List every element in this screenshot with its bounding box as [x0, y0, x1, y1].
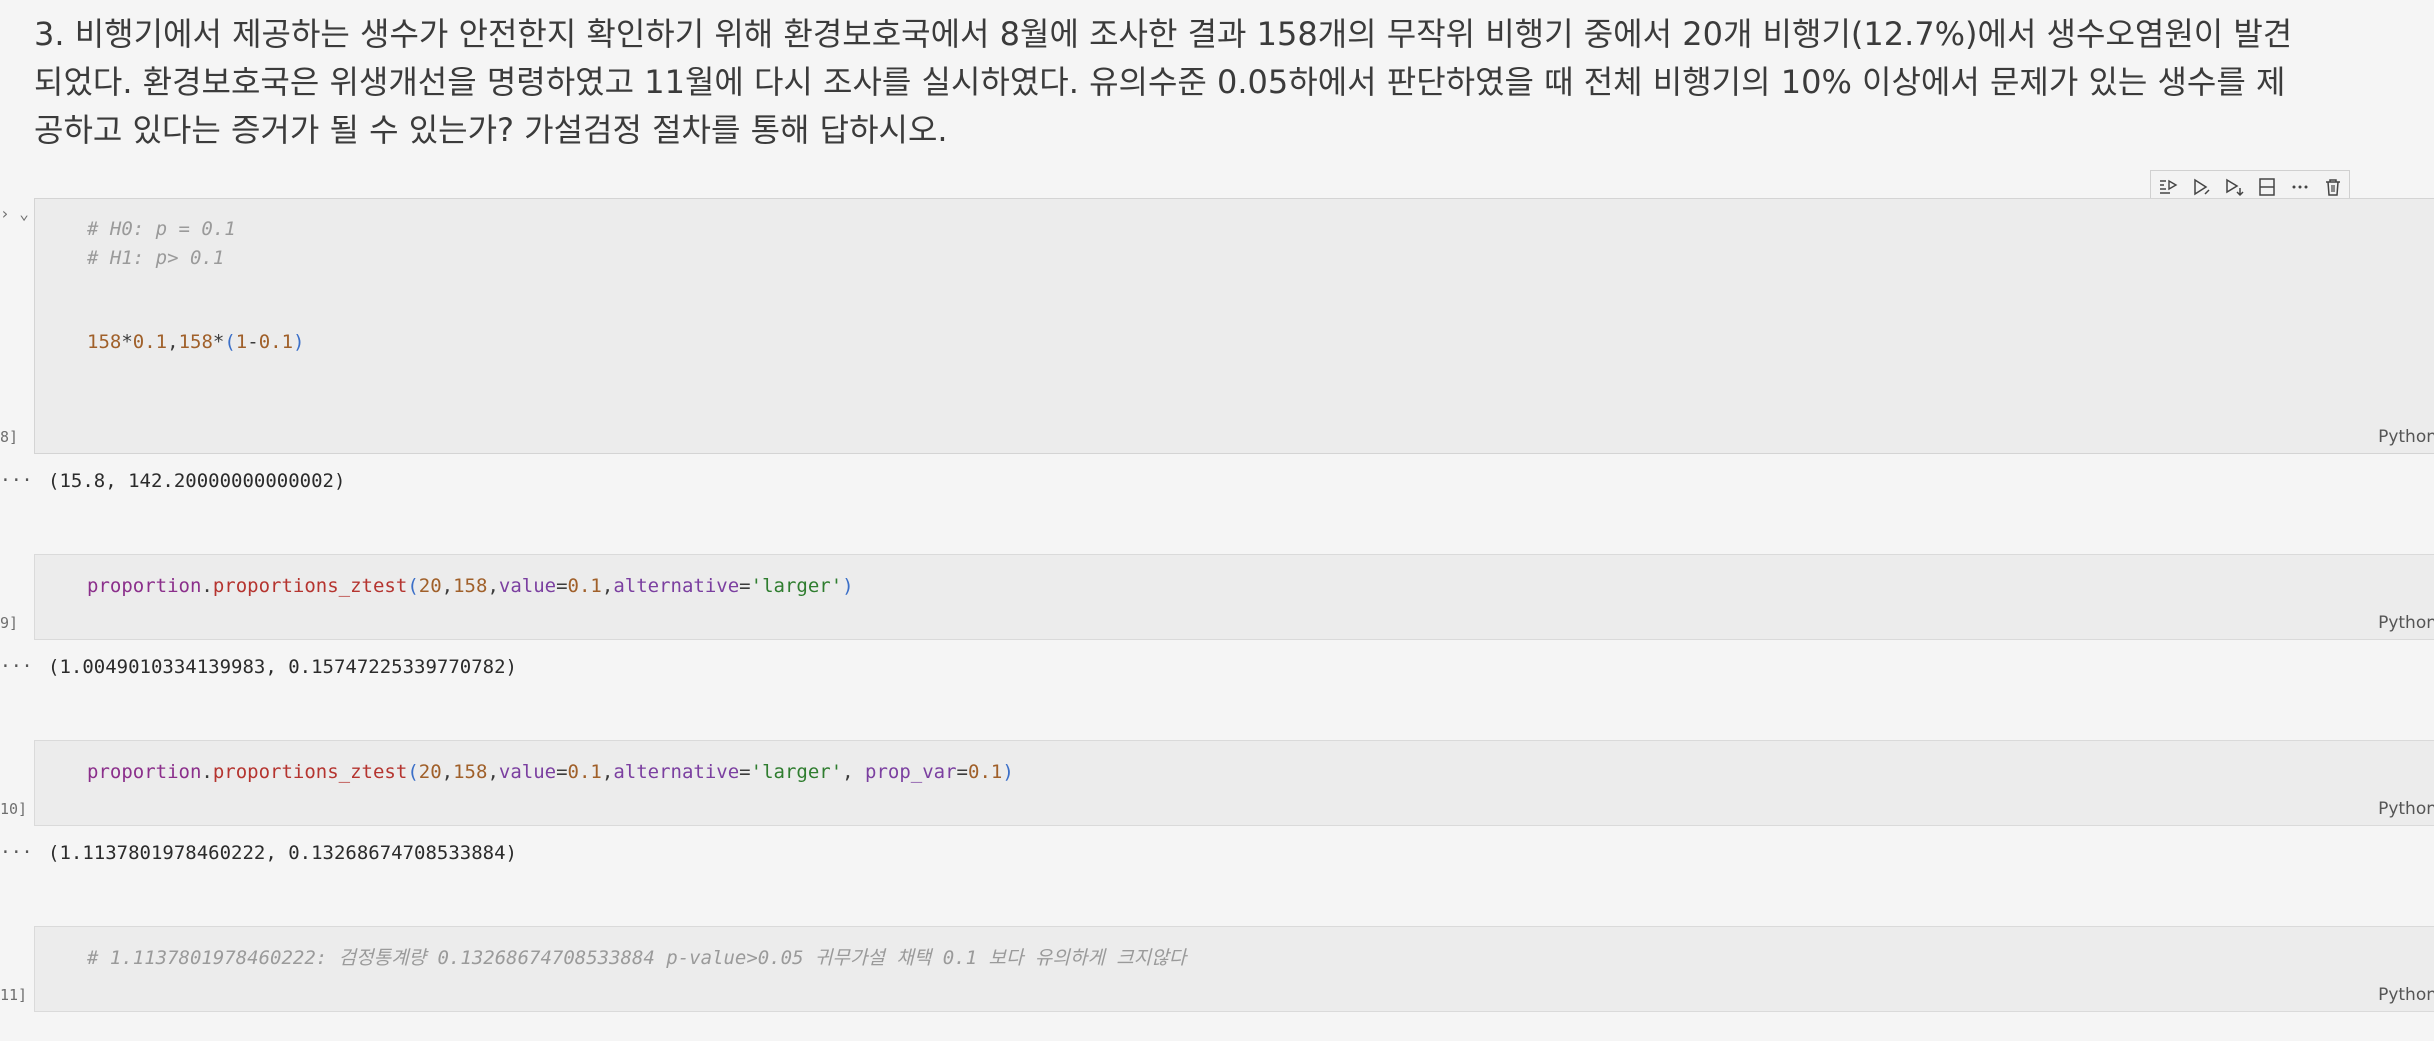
- cell-output: (1.1137801978460222, 0.13268674708533884…: [48, 842, 517, 864]
- delete-icon[interactable]: [2320, 174, 2346, 200]
- code-line[interactable]: # H0: p = 0.1: [87, 215, 236, 244]
- run-below-icon[interactable]: [2221, 174, 2247, 200]
- execution-count: 9]: [0, 614, 19, 632]
- code-line[interactable]: # 1.1137801978460222: 검정통계량 0.1326867470…: [87, 944, 1186, 973]
- language-label[interactable]: Python: [2378, 427, 2434, 447]
- output-more-icon[interactable]: ···: [0, 656, 33, 677]
- execution-count: 10]: [0, 800, 28, 818]
- cell-output: (15.8, 142.20000000000002): [48, 470, 346, 492]
- language-label[interactable]: Python: [2378, 613, 2434, 633]
- output-more-icon[interactable]: ···: [0, 470, 33, 491]
- code-cell-9[interactable]: proportion.proportions_ztest(20,158,valu…: [34, 554, 2434, 640]
- code-line[interactable]: # H1: p> 0.1: [87, 244, 224, 273]
- cell-output: (1.0049010334139983, 0.15747225339770782…: [48, 656, 517, 678]
- run-above-icon[interactable]: [2155, 174, 2181, 200]
- language-label[interactable]: Python: [2378, 985, 2434, 1005]
- cell-expand-chevron-icon[interactable]: › ⌄: [0, 204, 29, 223]
- code-cell-10[interactable]: proportion.proportions_ztest(20,158,valu…: [34, 740, 2434, 826]
- markdown-line-3: 공하고 있다는 증거가 될 수 있는가? 가설검정 절차를 통해 답하시오.: [34, 111, 948, 149]
- markdown-line-1: 3. 비행기에서 제공하는 생수가 안전한지 확인하기 위해 환경보호국에서 8…: [34, 15, 2293, 53]
- execution-count: 11]: [0, 986, 28, 1004]
- comment-conclusion: # 1.1137801978460222: 검정통계량 0.1326867470…: [87, 947, 1187, 969]
- comment-h1: # H1: p> 0.1: [87, 247, 225, 269]
- markdown-cell: 3. 비행기에서 제공하는 생수가 안전한지 확인하기 위해 환경보호국에서 8…: [34, 10, 2434, 154]
- execution-count: 8]: [0, 428, 19, 446]
- language-label[interactable]: Python: [2378, 799, 2434, 819]
- more-icon[interactable]: [2287, 174, 2313, 200]
- markdown-line-2: 되었다. 환경보호국은 위생개선을 명령하였고 11월에 다시 조사를 실시하였…: [34, 63, 2286, 101]
- split-cell-icon[interactable]: [2254, 174, 2280, 200]
- output-more-icon[interactable]: ···: [0, 842, 33, 863]
- code-line[interactable]: proportion.proportions_ztest(20,158,valu…: [87, 758, 1014, 787]
- comment-h0: # H0: p = 0.1: [87, 218, 236, 240]
- code-line[interactable]: proportion.proportions_ztest(20,158,valu…: [87, 572, 854, 601]
- code-cell-8[interactable]: # H0: p = 0.1 # H1: p> 0.1 158*0.1,158*(…: [34, 198, 2434, 454]
- run-cell-icon[interactable]: [2188, 174, 2214, 200]
- code-line[interactable]: 158*0.1,158*(1-0.1): [87, 328, 304, 357]
- code-cell-11[interactable]: # 1.1137801978460222: 검정통계량 0.1326867470…: [34, 926, 2434, 1012]
- notebook-page: 3. 비행기에서 제공하는 생수가 안전한지 확인하기 위해 환경보호국에서 8…: [0, 0, 2434, 1041]
